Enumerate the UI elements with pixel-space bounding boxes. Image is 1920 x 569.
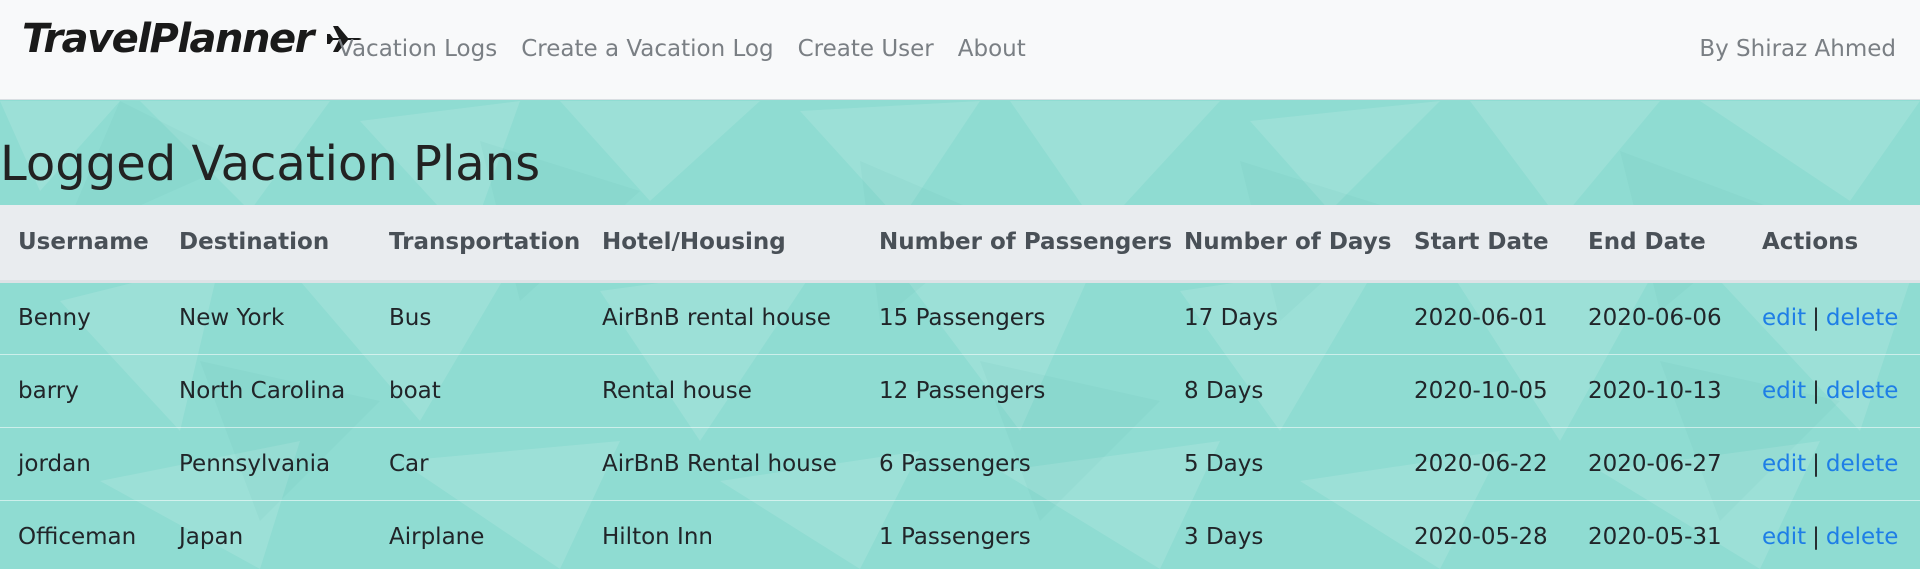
cell-actions: edit | delete: [1744, 499, 1920, 569]
action-separator: |: [1812, 523, 1820, 550]
edit-link[interactable]: edit: [1762, 378, 1806, 404]
author-credit: By Shiraz Ahmed: [1699, 36, 1896, 62]
cell-housing: Hilton Inn: [584, 499, 861, 569]
cell-destination: North Carolina: [161, 353, 371, 427]
cell-housing: AirBnB rental house: [584, 280, 861, 354]
cell-actions: edit | delete: [1744, 353, 1920, 427]
column-header: End Date: [1570, 205, 1744, 283]
action-separator: |: [1812, 305, 1820, 331]
delete-link[interactable]: delete: [1826, 451, 1898, 477]
vacation-table: Username Destination Transportation Hote…: [0, 205, 1920, 569]
delete-link[interactable]: delete: [1826, 305, 1898, 331]
vacation-table-container: Username Destination Transportation Hote…: [0, 205, 1920, 569]
delete-link[interactable]: delete: [1826, 524, 1898, 550]
nav-link-about[interactable]: About: [958, 36, 1026, 62]
cell-passengers: 15 Passengers: [861, 280, 1166, 354]
cell-start-date: 2020-06-22: [1396, 426, 1570, 500]
table-row: Benny New York Bus AirBnB rental house 1…: [0, 280, 1920, 354]
cell-destination: New York: [161, 280, 371, 354]
cell-end-date: 2020-06-27: [1570, 426, 1744, 500]
cell-days: 3 Days: [1166, 499, 1396, 569]
cell-username: Officeman: [0, 499, 161, 569]
cell-housing: AirBnB Rental house: [584, 426, 861, 500]
nav-link-create-user[interactable]: Create User: [798, 36, 934, 62]
cell-end-date: 2020-10-13: [1570, 353, 1744, 427]
nav-link-create-vacation-log[interactable]: Create a Vacation Log: [521, 36, 773, 62]
column-header: Actions: [1744, 205, 1920, 283]
edit-link[interactable]: edit: [1762, 524, 1806, 550]
table-row: Officeman Japan Airplane Hilton Inn 1 Pa…: [0, 499, 1920, 569]
delete-link[interactable]: delete: [1826, 378, 1898, 404]
cell-transportation: Bus: [371, 280, 584, 354]
cell-destination: Japan: [161, 499, 371, 569]
column-header: Username: [0, 205, 161, 283]
cell-transportation: boat: [371, 353, 584, 427]
cell-passengers: 12 Passengers: [861, 353, 1166, 427]
edit-link[interactable]: edit: [1762, 451, 1806, 477]
action-separator: |: [1812, 450, 1820, 477]
cell-start-date: 2020-06-01: [1396, 280, 1570, 354]
cell-end-date: 2020-06-06: [1570, 280, 1744, 354]
cell-actions: edit | delete: [1744, 280, 1920, 354]
cell-passengers: 1 Passengers: [861, 499, 1166, 569]
cell-transportation: Car: [371, 426, 584, 500]
cell-passengers: 6 Passengers: [861, 426, 1166, 500]
cell-days: 8 Days: [1166, 353, 1396, 427]
nav-link-vacation-logs[interactable]: Vacation Logs: [338, 36, 497, 62]
cell-start-date: 2020-10-05: [1396, 353, 1570, 427]
column-header: Destination: [161, 205, 371, 283]
column-header: Start Date: [1396, 205, 1570, 283]
cell-actions: edit | delete: [1744, 426, 1920, 500]
column-header: Number of Passengers: [861, 205, 1172, 283]
cell-transportation: Airplane: [371, 499, 584, 569]
cell-username: jordan: [0, 426, 161, 500]
column-header: Number of Days: [1166, 205, 1396, 283]
cell-start-date: 2020-05-28: [1396, 499, 1570, 569]
brand-name: TravelPlanner: [22, 16, 314, 62]
table-header-row: Username Destination Transportation Hote…: [0, 205, 1920, 283]
table-row: barry North Carolina boat Rental house 1…: [0, 353, 1920, 427]
action-separator: |: [1812, 377, 1820, 404]
cell-username: Benny: [0, 280, 161, 354]
cell-username: barry: [0, 353, 161, 427]
nav-links: Vacation Logs Create a Vacation Log Crea…: [338, 36, 1026, 62]
cell-destination: Pennsylvania: [161, 426, 371, 500]
brand-logo[interactable]: TravelPlanner: [22, 16, 365, 62]
column-header: Hotel/Housing: [584, 205, 861, 283]
column-header: Transportation: [371, 205, 584, 283]
page-title: Logged Vacation Plans: [0, 136, 541, 192]
edit-link[interactable]: edit: [1762, 305, 1806, 331]
table-row: jordan Pennsylvania Car AirBnB Rental ho…: [0, 426, 1920, 500]
cell-end-date: 2020-05-31: [1570, 499, 1744, 569]
cell-housing: Rental house: [584, 353, 861, 427]
navbar: TravelPlanner Vacation Logs Create a Vac…: [0, 0, 1920, 100]
cell-days: 17 Days: [1166, 280, 1396, 354]
cell-days: 5 Days: [1166, 426, 1396, 500]
